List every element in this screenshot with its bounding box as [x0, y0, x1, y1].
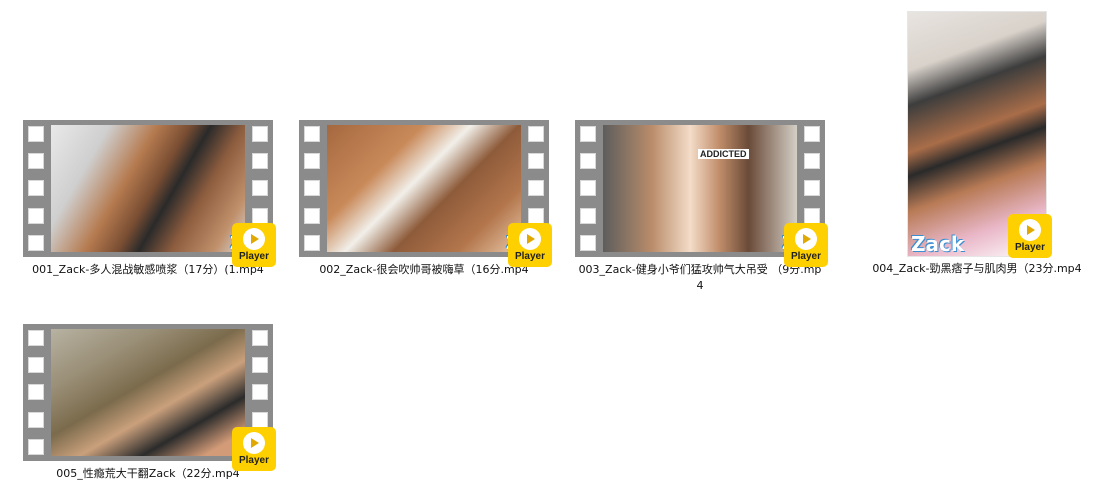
play-icon	[1019, 219, 1041, 241]
watermark: Zack	[911, 232, 965, 256]
play-icon	[519, 228, 541, 250]
film-sprockets	[299, 120, 325, 257]
file-item[interactable]: ADDICTED Z Player 003_Zack-健身小爷们猛攻帅气大吊受 …	[575, 120, 828, 294]
badge-label: Player	[238, 251, 270, 262]
badge-label: Player	[514, 251, 546, 262]
video-thumbnail[interactable]: Player	[23, 324, 276, 471]
file-item[interactable]: Z Player 002_Zack-很会吹帅哥被嗨草（16分.mp4	[299, 120, 552, 278]
file-item[interactable]: Zack Player 004_Zack-勁黑痞子与肌肉男（23分.mp4	[862, 12, 1092, 277]
file-name[interactable]: 004_Zack-勁黑痞子与肌肉男（23分.mp4	[862, 261, 1092, 277]
video-thumbnail[interactable]: Z Player	[23, 120, 276, 267]
file-name[interactable]: 003_Zack-健身小爷们猛攻帅气大吊受 （9分.mp4	[578, 262, 823, 294]
file-item[interactable]: Player 005_性瘾荒大干翻Zack（22分.mp4	[23, 324, 276, 482]
video-frame: Z	[327, 125, 521, 252]
player-badge[interactable]: Player	[784, 223, 828, 267]
badge-label: Player	[1014, 242, 1046, 253]
play-icon	[243, 228, 265, 250]
frame-text: ADDICTED	[698, 149, 749, 159]
video-thumbnail[interactable]: Z Player	[299, 120, 552, 267]
badge-label: Player	[238, 455, 270, 466]
file-item[interactable]: Z Player 001_Zack-多人混战敏感喷浆（17分）(1.mp4	[23, 120, 276, 278]
play-icon	[795, 228, 817, 250]
video-thumbnail[interactable]: Zack Player	[908, 12, 1052, 258]
video-frame	[51, 329, 245, 456]
badge-label: Player	[790, 251, 822, 262]
player-badge[interactable]: Player	[508, 223, 552, 267]
film-sprockets	[23, 120, 49, 257]
play-icon	[243, 432, 265, 454]
video-frame: Z	[51, 125, 245, 252]
film-sprockets	[23, 324, 49, 461]
player-badge[interactable]: Player	[232, 223, 276, 267]
player-badge[interactable]: Player	[1008, 214, 1052, 258]
video-frame: ADDICTED Z	[603, 125, 797, 252]
player-badge[interactable]: Player	[232, 427, 276, 471]
film-sprockets	[575, 120, 601, 257]
video-thumbnail[interactable]: ADDICTED Z Player	[575, 120, 828, 267]
